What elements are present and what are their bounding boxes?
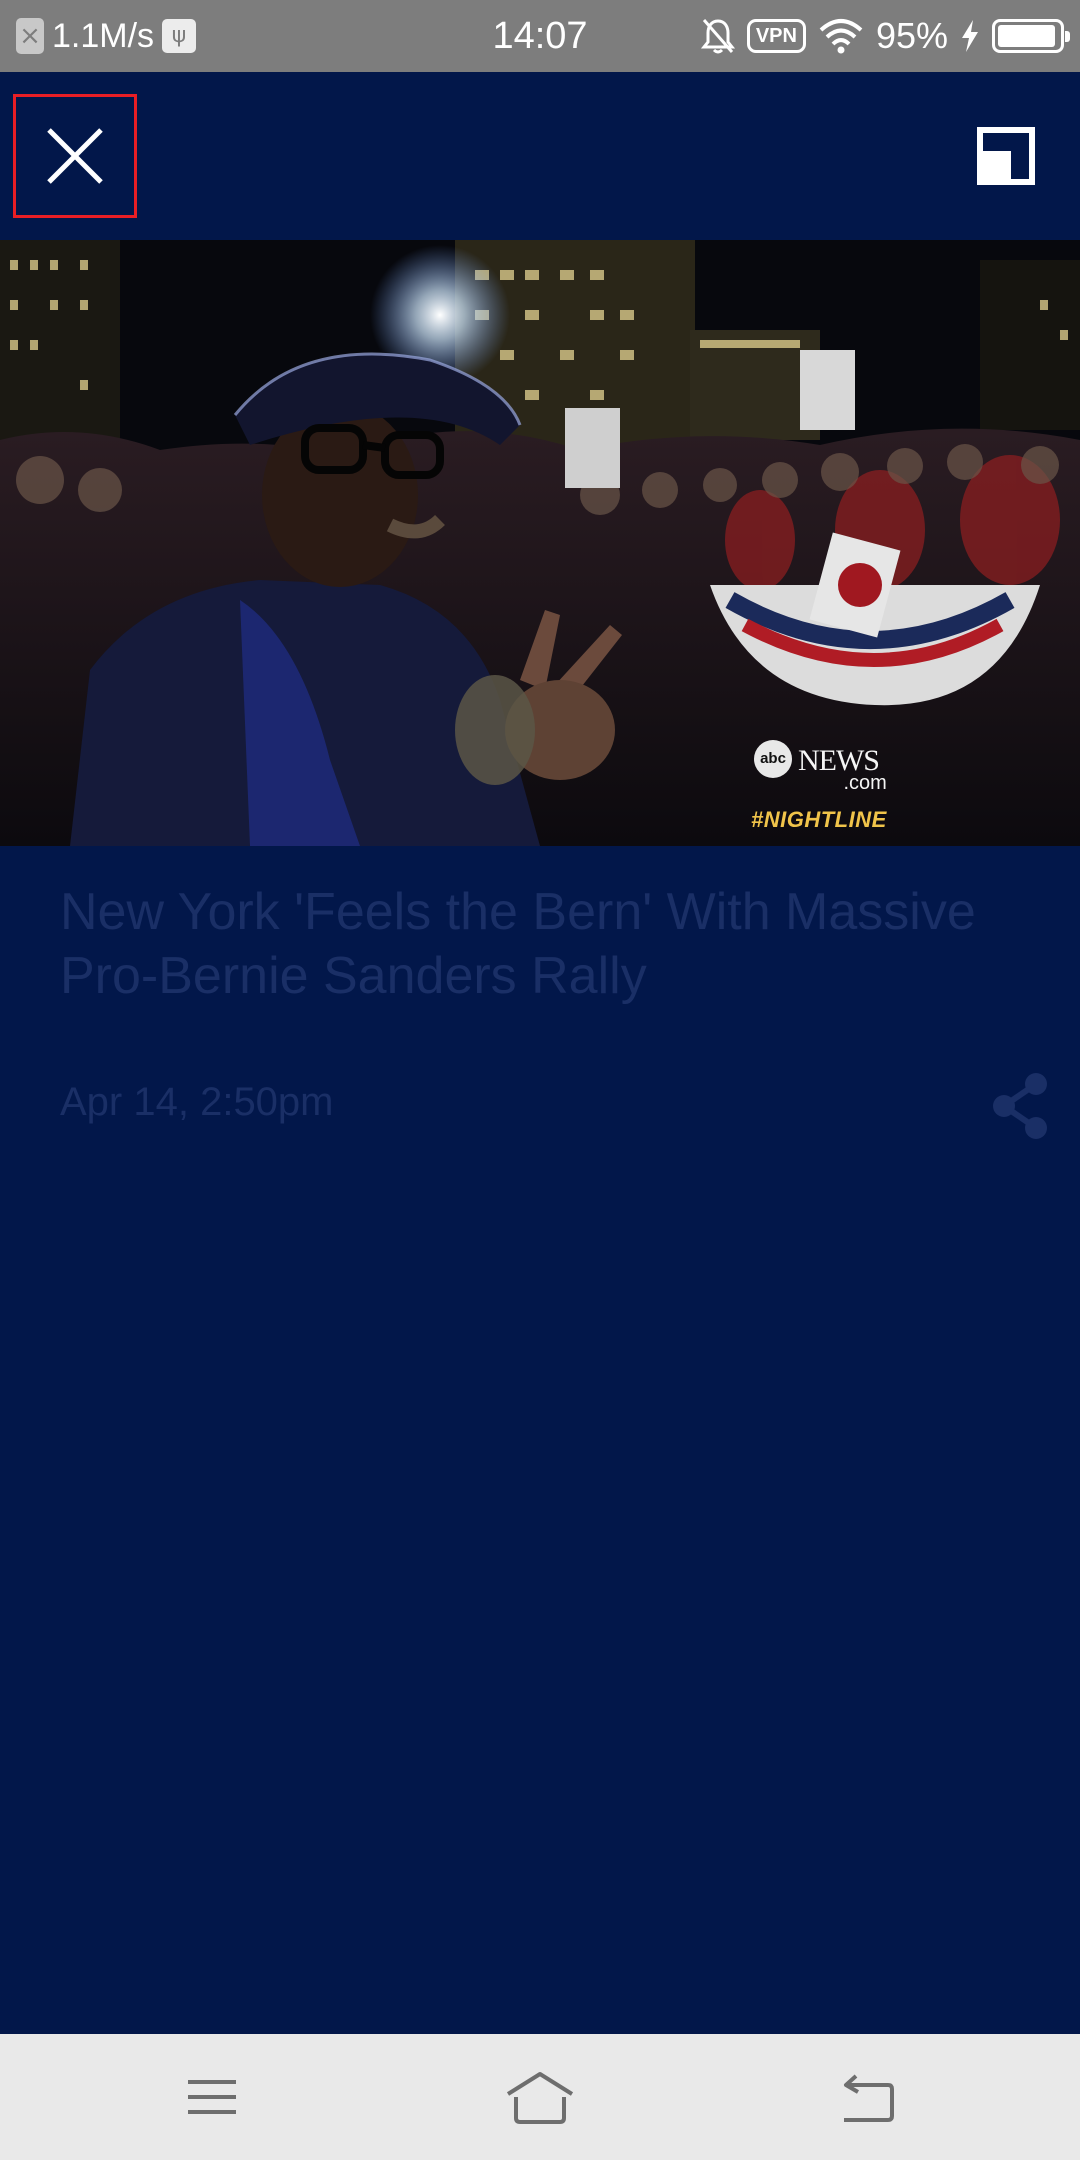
menu-button[interactable] [172,2064,252,2130]
video-player[interactable]: abc NEWS .com #NIGHTLINE [0,240,1080,846]
home-icon [506,2072,574,2124]
status-right-group: VPN 95% [700,0,1070,72]
abc-logo: abc [754,740,792,778]
charging-bolt-icon [962,20,978,52]
vpn-icon: VPN [746,19,806,53]
close-button[interactable] [13,94,137,218]
watermark-hashtag: #NIGHTLINE [751,807,887,832]
menu-icon [188,2080,236,2114]
article-title: New York 'Feels the Bern' With Massive P… [60,883,976,1005]
system-nav-bar [0,2034,1080,2160]
back-icon [844,2074,894,2122]
home-button[interactable] [500,2064,580,2130]
video-frame-image [0,240,1080,846]
battery-icon [992,19,1070,53]
back-button[interactable] [828,2064,908,2130]
share-button[interactable] [988,1072,1052,1140]
battery-level-fill [998,25,1055,47]
bell-muted-icon [700,19,735,54]
status-bar: × 1.1M/s ψ 14:07 VPN 95% [0,0,1080,72]
toolbar [0,72,1080,240]
picture-in-picture-button[interactable] [976,126,1036,186]
picture-in-picture-icon [977,127,1035,185]
battery-percent: 95% [875,15,948,56]
close-icon [47,128,103,184]
article-date: Apr 14, 2:50pm [60,1080,334,1124]
wifi-icon [819,19,863,54]
video-watermark: abc NEWS .com #NIGHTLINE [751,740,887,833]
video-detail-screen: × 1.1M/s ψ 14:07 VPN 95% abc NEWS .com #… [0,0,1080,2160]
share-icon [993,1073,1047,1139]
